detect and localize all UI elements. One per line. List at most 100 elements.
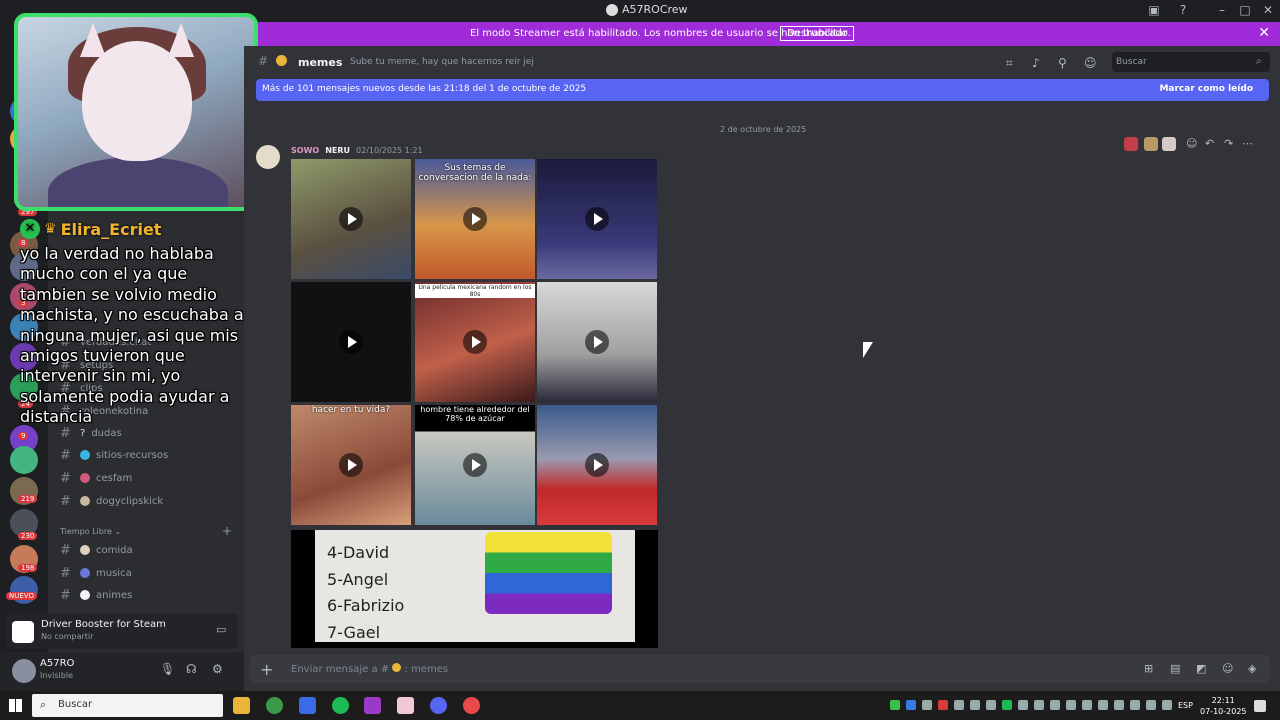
category-header[interactable]: Tiempo Libre ⌄ (60, 527, 121, 536)
stream-icon[interactable]: ▭ (216, 623, 226, 636)
reaction-icon[interactable] (1144, 137, 1158, 151)
help-icon[interactable]: ? (1175, 2, 1191, 18)
taskbar-search[interactable]: Buscar (32, 694, 223, 717)
avatar[interactable] (256, 145, 280, 169)
app-icon[interactable] (364, 697, 381, 714)
video-attachment[interactable] (537, 282, 657, 402)
tray-icon[interactable] (1130, 700, 1140, 710)
tray-icon[interactable] (986, 700, 996, 710)
reply-icon[interactable]: ↶ (1205, 137, 1219, 151)
microphone-icon[interactable]: 🎙︎ (160, 662, 175, 676)
windows-start-icon[interactable] (9, 699, 22, 712)
inbox-icon[interactable]: ▣ (1146, 2, 1162, 18)
play-icon[interactable] (339, 207, 363, 231)
avatar[interactable] (12, 659, 36, 683)
app-icon[interactable] (397, 697, 414, 714)
play-icon[interactable] (463, 330, 487, 354)
new-messages-bar[interactable]: Más de 101 mensajes nuevos desde las 21:… (256, 79, 1269, 101)
tray-icon[interactable] (1018, 700, 1028, 710)
tray-icon[interactable] (1146, 700, 1156, 710)
channel-item[interactable]: # musica (60, 563, 132, 583)
channel-topic[interactable]: Sube tu meme, hay que hacernos reir jej (350, 57, 534, 67)
more-icon[interactable]: ⋯ (1242, 137, 1256, 151)
clock[interactable]: 22:11 07-10-2025 (1200, 695, 1247, 717)
video-attachment[interactable]: hacer en tu vida? (291, 405, 411, 525)
names-list: 4-David 5-Angel 6-Fabrizio 7-Gael (327, 543, 405, 642)
guild-tag[interactable]: NERU (325, 146, 350, 155)
search-input[interactable]: Buscar (1112, 52, 1270, 72)
notifications-icon[interactable] (1254, 700, 1266, 712)
disable-streamer-button[interactable]: Deshabilitar (780, 26, 855, 41)
spotify-icon[interactable] (332, 697, 349, 714)
add-reaction-icon[interactable]: ☺ (1186, 137, 1200, 151)
tray-icon[interactable] (1002, 700, 1012, 710)
video-attachment[interactable]: hombre tiene alrededor del 78% de azúcar (415, 405, 535, 525)
tray-icon[interactable] (922, 700, 932, 710)
play-icon[interactable] (463, 453, 487, 477)
tray-icon[interactable] (1066, 700, 1076, 710)
activity-panel[interactable]: Driver Booster for Steam No compartir ▭ (6, 613, 238, 649)
tray-icon[interactable] (1034, 700, 1044, 710)
discord-icon[interactable] (430, 697, 447, 714)
gif-icon[interactable]: ▤ (1170, 662, 1180, 675)
add-channel-icon[interactable]: + (222, 524, 232, 538)
pin-icon[interactable]: ⚲ (1058, 56, 1067, 70)
channel-item[interactable]: # comida (60, 540, 133, 560)
video-attachment[interactable]: Una pelicula mexicana random en los 80s (415, 282, 535, 402)
sticker-icon[interactable]: ◩ (1196, 662, 1206, 675)
file-explorer-icon[interactable] (233, 697, 250, 714)
video-attachment[interactable] (291, 282, 411, 402)
tray-icon[interactable] (970, 700, 980, 710)
play-icon[interactable] (585, 453, 609, 477)
gift-icon[interactable]: ⊞ (1144, 662, 1153, 675)
obs-icon[interactable] (463, 697, 480, 714)
message-author[interactable]: SOWO (291, 146, 319, 155)
tray-icon[interactable] (1050, 700, 1060, 710)
play-icon[interactable] (339, 453, 363, 477)
server-icon[interactable] (10, 446, 38, 474)
video-attachment[interactable]: Sus temas de conversacion de la nada: (415, 159, 535, 279)
app-icon[interactable] (299, 697, 316, 714)
tray-icon[interactable] (954, 700, 964, 710)
hash-icon: # (60, 447, 71, 463)
channel-item[interactable]: # animes (60, 585, 132, 605)
reaction-icon[interactable] (1124, 137, 1138, 151)
apps-icon[interactable]: ◈ (1248, 662, 1256, 675)
channel-item[interactable]: # cesfam (60, 468, 132, 488)
gear-icon[interactable]: ⚙ (212, 662, 223, 676)
close-icon[interactable]: ✕ (1258, 25, 1270, 41)
tray-icon[interactable] (938, 700, 948, 710)
headphones-icon[interactable]: ☊ (186, 662, 197, 676)
language-indicator[interactable]: ESP (1178, 701, 1193, 710)
bell-icon[interactable]: ♪ (1032, 56, 1040, 70)
channel-item[interactable]: # dogyclipskick (60, 491, 163, 511)
play-icon[interactable] (463, 207, 487, 231)
maximize-button[interactable]: □ (1237, 2, 1253, 18)
members-icon[interactable]: ☺ (1084, 56, 1097, 70)
video-attachment[interactable] (291, 159, 411, 279)
channel-item[interactable]: # sitios-recursos (60, 445, 168, 465)
mark-as-read-button[interactable]: Marcar como leído (1159, 84, 1253, 94)
tray-icon[interactable] (890, 700, 900, 710)
emoji-icon[interactable]: ☺ (1222, 662, 1233, 675)
tray-icon[interactable] (1098, 700, 1108, 710)
image-attachment[interactable]: 4-David 5-Angel 6-Fabrizio 7-Gael (291, 530, 658, 648)
minimize-button[interactable]: – (1214, 2, 1230, 18)
play-icon[interactable] (585, 207, 609, 231)
forward-icon[interactable]: ↷ (1224, 137, 1238, 151)
message-composer[interactable]: + Enviar mensaje a # : memes ⊞ ▤ ◩ ☺ ◈ (250, 655, 1270, 683)
message-input[interactable]: Enviar mensaje a # : memes (291, 663, 448, 675)
threads-icon[interactable]: ⌗ (1006, 56, 1013, 71)
close-window-button[interactable]: ✕ (1260, 2, 1276, 18)
tray-icon[interactable] (1114, 700, 1124, 710)
video-attachment[interactable] (537, 405, 657, 525)
tray-icon[interactable] (906, 700, 916, 710)
play-icon[interactable] (585, 330, 609, 354)
tray-icon[interactable] (1082, 700, 1092, 710)
video-attachment[interactable] (537, 159, 657, 279)
add-attachment-icon[interactable]: + (260, 660, 273, 679)
chrome-icon[interactable] (266, 697, 283, 714)
tray-icon[interactable] (1162, 700, 1172, 710)
reaction-icon[interactable] (1162, 137, 1176, 151)
play-icon[interactable] (339, 330, 363, 354)
